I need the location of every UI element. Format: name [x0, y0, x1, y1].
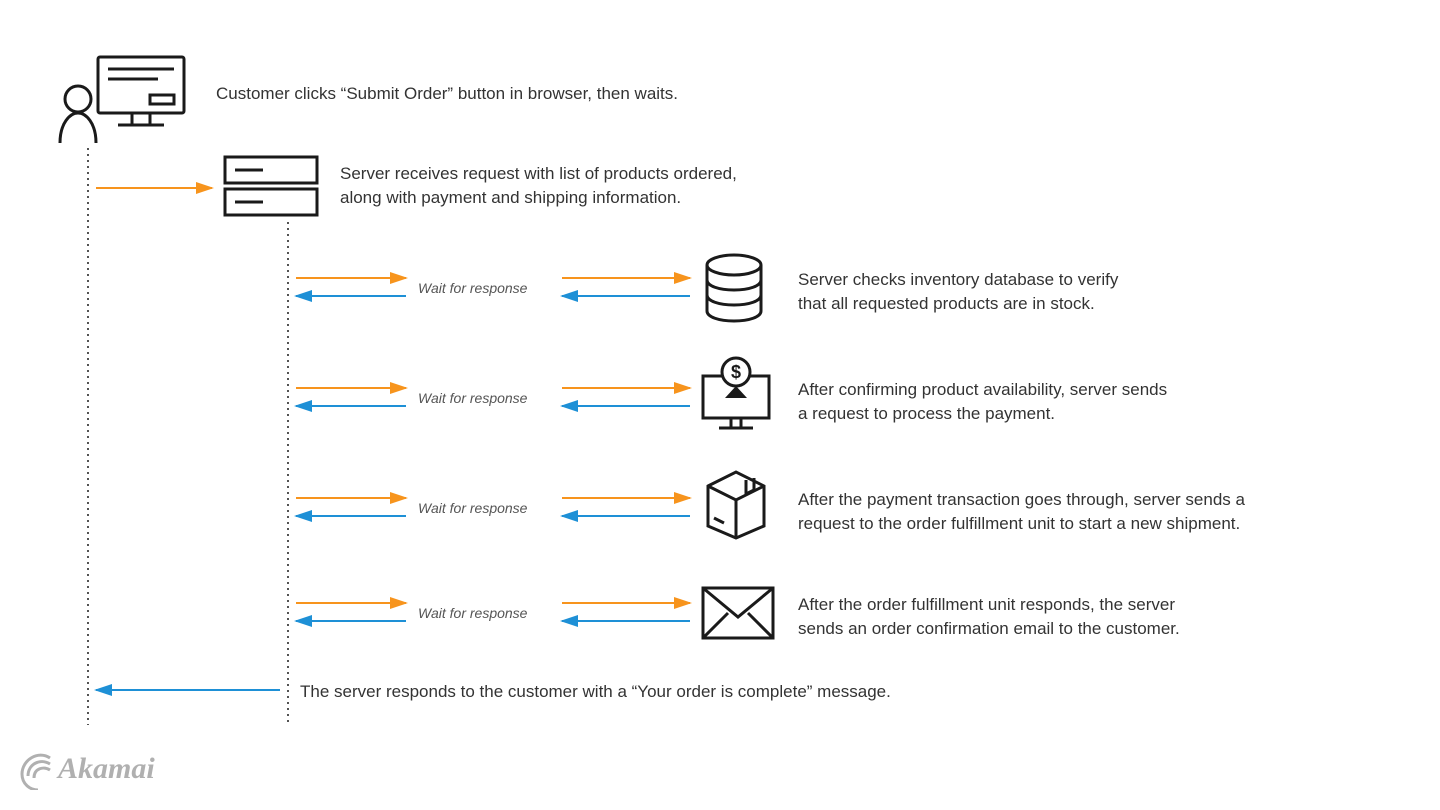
line: sends an order confirmation email to the… [798, 619, 1180, 638]
step-fulfillment-text: After the payment transaction goes throu… [798, 488, 1398, 536]
line: After the order fulfillment unit respond… [798, 595, 1175, 614]
wait-label-1: Wait for response [418, 280, 527, 296]
step-customer-text: Customer clicks “Submit Order” button in… [216, 82, 1016, 106]
line: Server checks inventory database to veri… [798, 270, 1118, 289]
wait-label-4: Wait for response [418, 605, 527, 621]
line: Server receives request with list of pro… [340, 164, 737, 183]
line: After the payment transaction goes throu… [798, 490, 1245, 509]
brand-name: Akamai [58, 752, 155, 785]
step-inventory-text: Server checks inventory database to veri… [798, 268, 1318, 316]
brand-swirl-icon [20, 752, 58, 790]
brand-logo: Akamai [20, 752, 155, 790]
step-server-receive-text: Server receives request with list of pro… [340, 162, 980, 210]
step-payment-text: After confirming product availability, s… [798, 378, 1358, 426]
line: a request to process the payment. [798, 404, 1055, 423]
line: that all requested products are in stock… [798, 294, 1095, 313]
wait-label-3: Wait for response [418, 500, 527, 516]
step-final-text: The server responds to the customer with… [300, 680, 1200, 704]
line: along with payment and shipping informat… [340, 188, 681, 207]
line: After confirming product availability, s… [798, 380, 1167, 399]
step-email-text: After the order fulfillment unit respond… [798, 593, 1358, 641]
line: request to the order fulfillment unit to… [798, 514, 1240, 533]
wait-label-2: Wait for response [418, 390, 527, 406]
